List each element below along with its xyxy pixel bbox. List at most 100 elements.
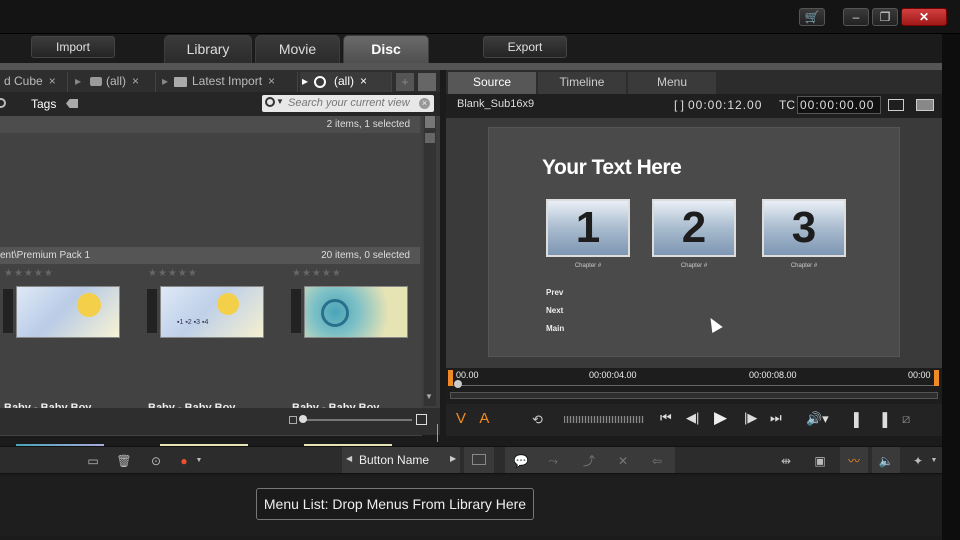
tab-library[interactable]: Library — [164, 35, 252, 63]
tab-menu-button[interactable] — [418, 73, 436, 91]
scrubber-ruler[interactable]: 00.00 00:00:04.00 00:00:08.00 00:00 — [446, 368, 942, 404]
rating-stars[interactable]: ★★★★★ — [148, 268, 198, 279]
zoom-slider-handle[interactable] — [299, 415, 307, 423]
fullscreen-icon[interactable] — [916, 99, 934, 111]
tab-disc[interactable]: Disc — [343, 35, 429, 63]
fit-icon[interactable]: ⇹ — [778, 453, 794, 469]
audio-toggle[interactable]: 🔈 — [872, 447, 900, 473]
chapter-link-icon[interactable]: ⤴ — [581, 453, 597, 469]
library-tab-active[interactable]: ▸ (all) × — [300, 72, 392, 92]
video-audio-toggle[interactable]: V A — [456, 410, 494, 427]
library-panel: d Cube × ▸ (all) × ▸ Latest Import × ▸ (all… — [0, 70, 440, 450]
chapter-button-3[interactable]: 3 — [762, 199, 846, 257]
marker-icon[interactable]: ● — [176, 453, 192, 469]
tags-label[interactable]: Tags — [31, 97, 56, 111]
prev-button-icon[interactable]: ◀ — [346, 454, 352, 463]
search-icon[interactable] — [265, 97, 275, 107]
thumbnail[interactable]: ▪1 ▪2 ▪3 ▪4 — [160, 286, 264, 338]
camera-icon[interactable]: ⊙ — [148, 453, 164, 469]
disc-icon — [314, 76, 326, 88]
scrollbar[interactable]: ▼ — [424, 116, 436, 406]
out-marker[interactable] — [934, 370, 939, 386]
mark-in-icon[interactable]: ▌ — [854, 412, 863, 427]
split-icon[interactable]: ⧄ — [902, 411, 910, 427]
remove-link-icon[interactable]: ✕ — [615, 453, 631, 469]
layout-icon[interactable]: ▭ — [85, 453, 101, 469]
close-icon[interactable]: × — [268, 74, 275, 88]
rating-stars[interactable]: ★★★★★ — [4, 268, 54, 279]
scroll-thumb[interactable] — [425, 116, 435, 128]
scrub-bar[interactable] — [450, 392, 938, 399]
moon-graphic — [77, 293, 101, 317]
volume-icon[interactable]: 🔊▾ — [806, 411, 829, 427]
loop-icon[interactable]: ⟲ — [532, 412, 543, 428]
mouse-cursor — [705, 314, 723, 334]
tab-menu[interactable]: Menu — [628, 72, 716, 94]
filmstrip — [147, 289, 157, 333]
filter-icon[interactable] — [0, 98, 6, 108]
close-icon[interactable]: × — [360, 74, 367, 88]
speech-bubble-icon[interactable]: 💬 — [513, 453, 529, 469]
menu-preview[interactable]: Your Text Here 1 Chapter # 2 Chapter # 3… — [488, 127, 900, 357]
external-preview-icon[interactable] — [888, 99, 904, 111]
drop-hint: Menu List: Drop Menus From Library Here — [256, 488, 534, 520]
close-button[interactable]: ✕ — [901, 8, 947, 26]
link-toggle[interactable] — [464, 447, 494, 473]
play-icon[interactable]: ▶ — [714, 408, 727, 428]
scroll-up-button[interactable] — [425, 133, 435, 143]
tag-icon[interactable] — [66, 99, 78, 108]
timecode-field[interactable]: 00:00:00.00 — [797, 96, 881, 114]
next-button-icon[interactable]: ▶ — [450, 454, 456, 463]
large-size-icon[interactable] — [416, 414, 427, 425]
clear-search-icon[interactable]: × — [419, 98, 430, 109]
splitter-handle[interactable] — [437, 424, 449, 442]
library-tab[interactable]: ▸ (all) × — [72, 72, 156, 92]
chapter-button-2[interactable]: 2 — [652, 199, 736, 257]
mark-out-icon[interactable]: ▐ — [878, 412, 887, 427]
close-icon[interactable]: × — [49, 74, 56, 88]
zoom-slider[interactable] — [300, 419, 412, 421]
main-link[interactable]: Main — [546, 324, 564, 333]
thumbnail[interactable] — [16, 286, 120, 338]
return-icon[interactable]: ⇦ — [649, 453, 665, 469]
tab-movie[interactable]: Movie — [255, 35, 340, 63]
unlink-icon[interactable]: ⤳ — [545, 453, 561, 469]
chevron-down-icon[interactable]: ▼ — [276, 97, 284, 106]
maximize-button[interactable]: ❐ — [872, 8, 898, 26]
button-name-label: Button Name — [359, 453, 430, 467]
tab-source[interactable]: Source — [448, 72, 536, 94]
export-button[interactable]: Export — [483, 36, 567, 58]
step-back-icon[interactable]: ◀| — [686, 410, 699, 426]
go-to-start-icon[interactable]: ⏮ — [660, 410, 672, 426]
library-tab[interactable]: ▸ Latest Import × — [158, 72, 298, 92]
prev-link[interactable]: Prev — [546, 288, 563, 297]
menu-title[interactable]: Your Text Here — [542, 156, 682, 180]
chevron-down-icon[interactable]: ▼ — [191, 453, 207, 469]
close-icon[interactable]: × — [132, 74, 139, 88]
magic-wand-icon[interactable]: ✦ — [910, 453, 926, 469]
tab-timeline[interactable]: Timeline — [538, 72, 626, 94]
button-name-selector[interactable]: ◀ Button Name ▶ — [342, 447, 460, 473]
chapter-label: Chapter # — [680, 263, 708, 269]
import-button[interactable]: Import — [31, 36, 115, 58]
shuttle-jog[interactable] — [564, 416, 644, 423]
minimize-button[interactable]: – — [843, 8, 869, 26]
new-tab-button[interactable]: + — [396, 73, 414, 91]
thumbnail[interactable] — [304, 286, 408, 338]
go-to-end-icon[interactable]: ⏭ — [770, 410, 782, 426]
waveform-toggle[interactable]: 〰 — [840, 447, 868, 473]
next-link[interactable]: Next — [546, 306, 563, 315]
cart-icon[interactable]: 🛒 — [799, 8, 825, 26]
search-input[interactable]: Search your current view — [262, 95, 434, 112]
in-marker[interactable] — [448, 370, 453, 386]
step-forward-icon[interactable]: |▶ — [744, 410, 757, 426]
library-tab[interactable]: d Cube × — [0, 72, 68, 92]
toggle-icon[interactable]: ▣ — [812, 453, 828, 469]
small-size-icon[interactable] — [289, 416, 297, 424]
playhead[interactable] — [454, 380, 462, 388]
chapter-button-1[interactable]: 1 — [546, 199, 630, 257]
chevron-down-icon[interactable]: ▼ — [926, 453, 942, 469]
scroll-down-button[interactable]: ▼ — [425, 392, 433, 401]
delete-icon[interactable]: 🗑 — [116, 453, 132, 469]
rating-stars[interactable]: ★★★★★ — [292, 268, 342, 279]
